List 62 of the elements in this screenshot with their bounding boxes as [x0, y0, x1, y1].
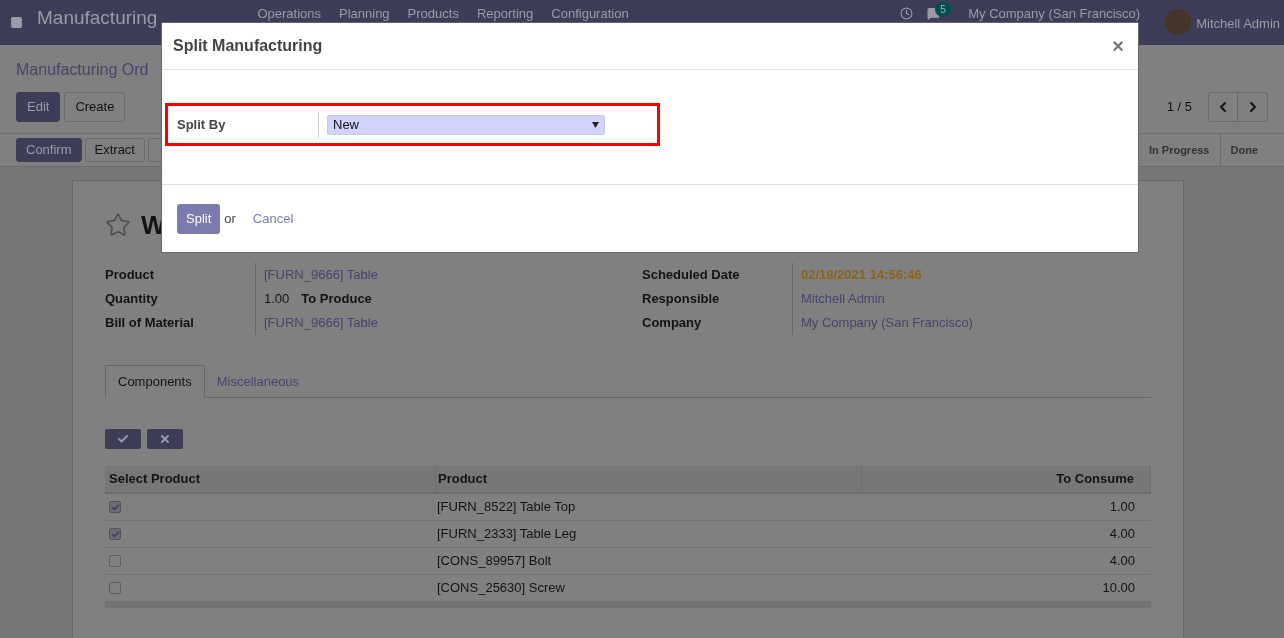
- table-cell-text: 1.00: [1108, 498, 1135, 517]
- cancel-link[interactable]: Cancel: [252, 208, 294, 229]
- dialog-title: Split Manufacturing: [173, 36, 323, 56]
- select-all-button[interactable]: [105, 429, 141, 449]
- message-count: 5: [935, 2, 951, 17]
- row-checkbox[interactable]: [109, 501, 121, 513]
- tab[interactable]: Components: [105, 365, 205, 398]
- table-cell-text: 4.00: [1108, 525, 1135, 544]
- app-name: Manufacturing: [37, 7, 158, 29]
- or-text: or: [224, 209, 236, 228]
- company-switcher[interactable]: My Company (San Francisco): [968, 6, 1141, 21]
- menu-item[interactable]: Products: [407, 6, 459, 21]
- field-link[interactable]: [FURN_9666] Table: [264, 265, 378, 285]
- apps-menu-icon[interactable]: [10, 16, 23, 29]
- stage-item[interactable]: Done: [1219, 133, 1268, 167]
- column-header: Product: [435, 466, 861, 492]
- table-cell-text: [FURN_8522] Table Top: [436, 498, 577, 517]
- user-name[interactable]: Mitchell Admin: [1196, 14, 1280, 34]
- table-cell-text: 10.00: [1101, 579, 1135, 598]
- field-label: Responsible: [642, 290, 721, 309]
- menu-item[interactable]: Configuration: [551, 6, 629, 21]
- row-checkbox[interactable]: [109, 555, 121, 567]
- close-icon: [159, 433, 171, 445]
- table-cell-text: [FURN_2333] Table Leg: [436, 525, 578, 544]
- split-button[interactable]: Split: [177, 203, 221, 234]
- check-icon: [117, 433, 129, 445]
- field-label: Bill of Material: [105, 314, 195, 333]
- field-value: 1.00: [264, 290, 290, 309]
- field-label: Scheduled Date: [642, 266, 741, 285]
- status-button[interactable]: Extract: [84, 138, 145, 162]
- previous-button[interactable]: [1208, 92, 1238, 122]
- tab[interactable]: Miscellaneous: [204, 365, 312, 398]
- next-button[interactable]: [1238, 92, 1268, 122]
- row-checkbox[interactable]: [109, 528, 121, 540]
- column-header: Select Product: [108, 470, 202, 489]
- close-button[interactable]: ×: [1112, 31, 1124, 61]
- table-cell-text: [CONS_89957] Bolt: [436, 552, 553, 571]
- field-label: Split By: [176, 115, 227, 134]
- field-value: 02/18/2021 14:56:46: [801, 266, 922, 285]
- favorite-star-icon[interactable]: [105, 212, 131, 238]
- activity-icon[interactable]: [900, 7, 914, 20]
- split-by-select[interactable]: New: [327, 114, 605, 135]
- field-link[interactable]: Mitchell Admin: [801, 289, 885, 309]
- row-checkbox[interactable]: [109, 582, 121, 594]
- action-button[interactable]: Create: [64, 92, 126, 122]
- field-link[interactable]: [FURN_9666] Table: [264, 313, 378, 333]
- field-label: Company: [642, 314, 703, 333]
- menu-item[interactable]: Operations: [257, 6, 321, 21]
- column-header: To Consume: [861, 466, 1151, 492]
- pager-value: 1 / 5: [1166, 98, 1192, 117]
- field-label: Quantity: [105, 290, 159, 309]
- table-cell-text: [CONS_25630] Screw: [436, 579, 566, 598]
- field-label: Product: [105, 266, 156, 285]
- action-button[interactable]: Edit: [16, 92, 61, 122]
- field-suffix: To Produce: [301, 290, 372, 309]
- table-cell-text: 4.00: [1108, 552, 1135, 571]
- menu-item[interactable]: Reporting: [476, 6, 534, 21]
- deselect-all-button[interactable]: [147, 429, 183, 449]
- field-link[interactable]: My Company (San Francisco): [801, 313, 973, 333]
- status-button[interactable]: Confirm: [16, 138, 82, 162]
- menu-item[interactable]: Planning: [339, 6, 390, 21]
- dropdown-caret-icon: [592, 121, 599, 128]
